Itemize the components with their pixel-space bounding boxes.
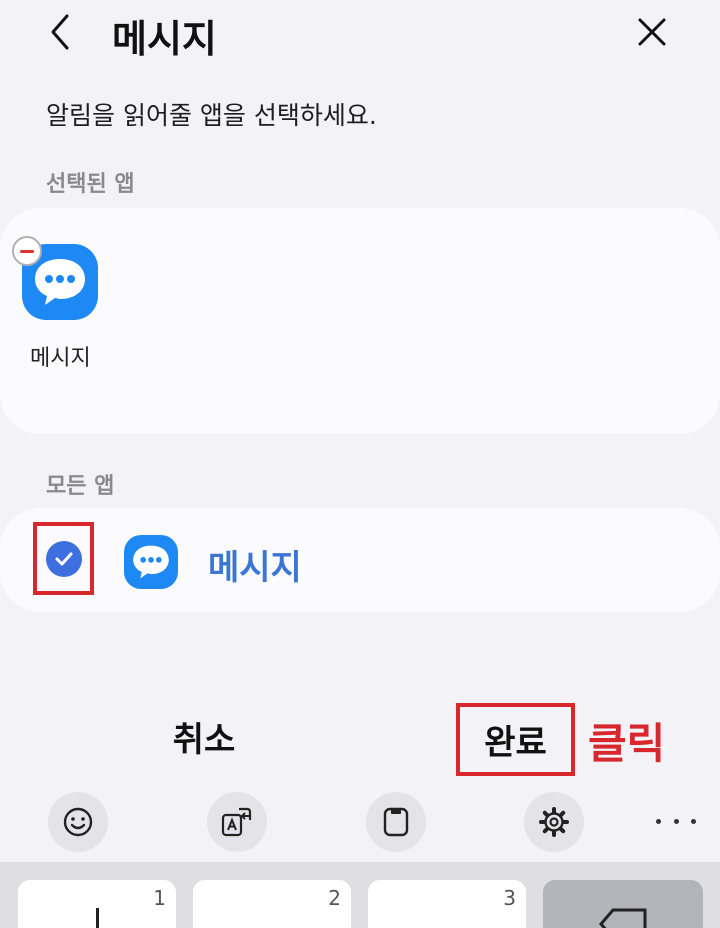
instruction-text: 알림을 읽어줄 앱을 선택하세요.: [46, 101, 377, 130]
chevron-left-icon: [51, 14, 69, 50]
close-button[interactable]: [630, 10, 674, 54]
header-bar: 메시지: [0, 0, 720, 70]
emoji-button[interactable]: [48, 792, 108, 852]
key-2[interactable]: 2: [193, 880, 351, 928]
app-checkbox-highlight[interactable]: [33, 522, 94, 595]
key-number: 2: [328, 886, 341, 910]
done-button-highlight[interactable]: 완료: [456, 703, 575, 776]
back-button[interactable]: [40, 10, 80, 54]
done-button[interactable]: 완료: [484, 715, 547, 764]
gear-icon: [539, 807, 569, 837]
clipboard-icon: [383, 807, 409, 837]
messages-app-icon: [124, 535, 178, 589]
more-options-button[interactable]: [656, 806, 696, 836]
translate-icon: [221, 807, 252, 837]
keyboard: 1 2 3: [0, 862, 720, 928]
selected-apps-card: [0, 208, 720, 434]
keyboard-toolbar: [0, 780, 720, 862]
selected-app-label: 메시지: [30, 346, 91, 371]
key-3[interactable]: 3: [368, 880, 526, 928]
key-number: 1: [153, 886, 166, 910]
all-app-label[interactable]: 메시지: [208, 540, 302, 589]
checkbox-checked[interactable]: [45, 540, 82, 577]
backspace-icon: [599, 908, 647, 928]
all-apps-card: [0, 508, 720, 612]
remove-icon: [20, 249, 34, 253]
cancel-button[interactable]: 취소: [162, 712, 246, 762]
remove-app-button[interactable]: [12, 236, 42, 266]
all-apps-heading: 모든 앱: [46, 474, 115, 499]
check-icon: [55, 552, 72, 565]
click-annotation: 클릭: [588, 719, 666, 768]
key-glyph: [96, 908, 99, 928]
translate-button[interactable]: [207, 792, 267, 852]
close-icon: [638, 18, 666, 46]
settings-button[interactable]: [524, 792, 584, 852]
more-icon: [656, 818, 661, 824]
selected-apps-heading: 선택된 앱: [46, 172, 135, 197]
emoji-icon: [63, 807, 93, 837]
page-title: 메시지: [112, 17, 217, 61]
key-number: 3: [503, 886, 516, 910]
clipboard-button[interactable]: [366, 792, 426, 852]
key-1[interactable]: 1: [18, 880, 176, 928]
backspace-key[interactable]: [543, 880, 703, 928]
